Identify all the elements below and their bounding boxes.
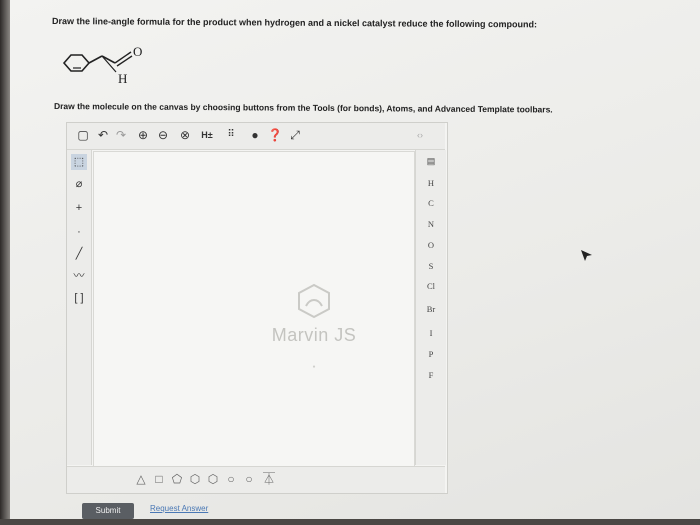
cyclohexane-template-icon[interactable]: ⬡	[187, 471, 203, 487]
photo-edge-bottom	[0, 519, 700, 525]
cycloheptane-template-icon[interactable]: ○	[223, 471, 239, 487]
atom-o-label: O	[133, 44, 142, 59]
reactant-molecule: O H	[62, 44, 142, 86]
atom-button-br[interactable]: Br	[416, 302, 446, 316]
collapse-icon[interactable]: ‹›	[412, 127, 428, 143]
question-text: Draw the line-angle formula for the prod…	[51, 16, 538, 30]
atom-button-p[interactable]: P	[416, 347, 446, 361]
marvin-watermark: Marvin JS ●	[244, 282, 384, 370]
bond-ch-to-h	[101, 55, 117, 73]
more-templates-icon[interactable]: ⏄	[261, 471, 277, 487]
question-page: Draw the line-angle formula for the prod…	[10, 0, 700, 519]
undo-icon[interactable]: ↶	[95, 127, 111, 143]
periodic-table-icon[interactable]: ▤	[416, 154, 446, 168]
carbonyl-double-bond-b	[116, 55, 133, 67]
top-toolbar: ▢ ↶ ↷ ⊕ ⊖ ⊗ H± ⠿ ● ❓ ⤢ ‹›	[67, 123, 445, 150]
drawing-canvas[interactable]: Marvin JS ●	[93, 151, 415, 467]
mouse-cursor-icon	[581, 250, 592, 261]
atom-button-s[interactable]: S	[416, 259, 446, 273]
cyclooctane-template-icon[interactable]: ○	[241, 471, 257, 487]
chain-tool-icon[interactable]: 〰	[71, 268, 87, 284]
left-tools-toolbar: ⬚ ⌀ + · ╱ 〰 [ ]	[67, 150, 92, 465]
atom-h-label: H	[118, 71, 127, 86]
templates-toolbar: △ □ ⬠ ⬡ ⬡ ○ ○ ⏄	[67, 466, 445, 493]
new-document-icon[interactable]: ▢	[75, 127, 91, 143]
bond-ring-to-ch	[88, 55, 103, 64]
photo-edge	[0, 0, 10, 525]
charge-minus-icon[interactable]: ·	[71, 224, 87, 240]
bond-ch-to-c	[101, 55, 116, 64]
watermark-text: Marvin JS	[271, 325, 357, 345]
single-bond-icon[interactable]: ╱	[71, 246, 87, 262]
marvin-editor: ▢ ↶ ↷ ⊕ ⊖ ⊗ H± ⠿ ● ❓ ⤢ ‹› ⬚ ⌀ + · ╱ 〰 [ …	[66, 122, 448, 494]
benzene-template-icon[interactable]: ⬡	[205, 471, 221, 487]
atom-button-f[interactable]: F	[416, 368, 446, 382]
atoms-toolbar: ▤ H C N O S Cl Br I P F	[415, 150, 446, 465]
atom-button-n[interactable]: N	[416, 217, 446, 231]
atom-button-i[interactable]: I	[416, 326, 446, 340]
bracket-tool-icon[interactable]: [ ]	[71, 290, 87, 306]
request-answer-link[interactable]: Request Answer	[150, 504, 208, 513]
select-tool-icon[interactable]: ⬚	[71, 154, 87, 170]
atom-button-o[interactable]: O	[416, 238, 446, 252]
cyclopropane-template-icon[interactable]: △	[133, 471, 149, 487]
redo-icon[interactable]: ↷	[113, 127, 129, 143]
zoom-in-icon[interactable]: ⊕	[135, 127, 151, 143]
cyclopentane-template-icon[interactable]: ⬠	[169, 471, 185, 487]
zoom-fit-icon[interactable]: ⊗	[177, 127, 193, 143]
cyclobutane-template-icon[interactable]: □	[151, 471, 167, 487]
charge-plus-icon[interactable]: +	[71, 200, 87, 216]
structure-2d-icon[interactable]: ⠿	[223, 127, 239, 143]
fullscreen-icon[interactable]: ⤢	[287, 127, 303, 143]
info-icon[interactable]: ●	[247, 127, 263, 143]
zoom-out-icon[interactable]: ⊖	[155, 127, 171, 143]
chemaxon-logo-icon: ●	[312, 364, 316, 370]
marvin-logo-icon	[298, 283, 330, 319]
atom-button-cl[interactable]: Cl	[416, 279, 446, 293]
eraser-icon[interactable]: ⌀	[71, 176, 87, 192]
hydrogen-toggle-button[interactable]: H±	[197, 127, 217, 143]
atom-button-c[interactable]: C	[416, 196, 446, 210]
atom-button-h[interactable]: H	[416, 176, 446, 190]
submit-button[interactable]: Submit	[82, 503, 134, 519]
help-icon[interactable]: ❓	[267, 127, 283, 143]
instruction-text: Draw the molecule on the canvas by choos…	[53, 101, 553, 115]
